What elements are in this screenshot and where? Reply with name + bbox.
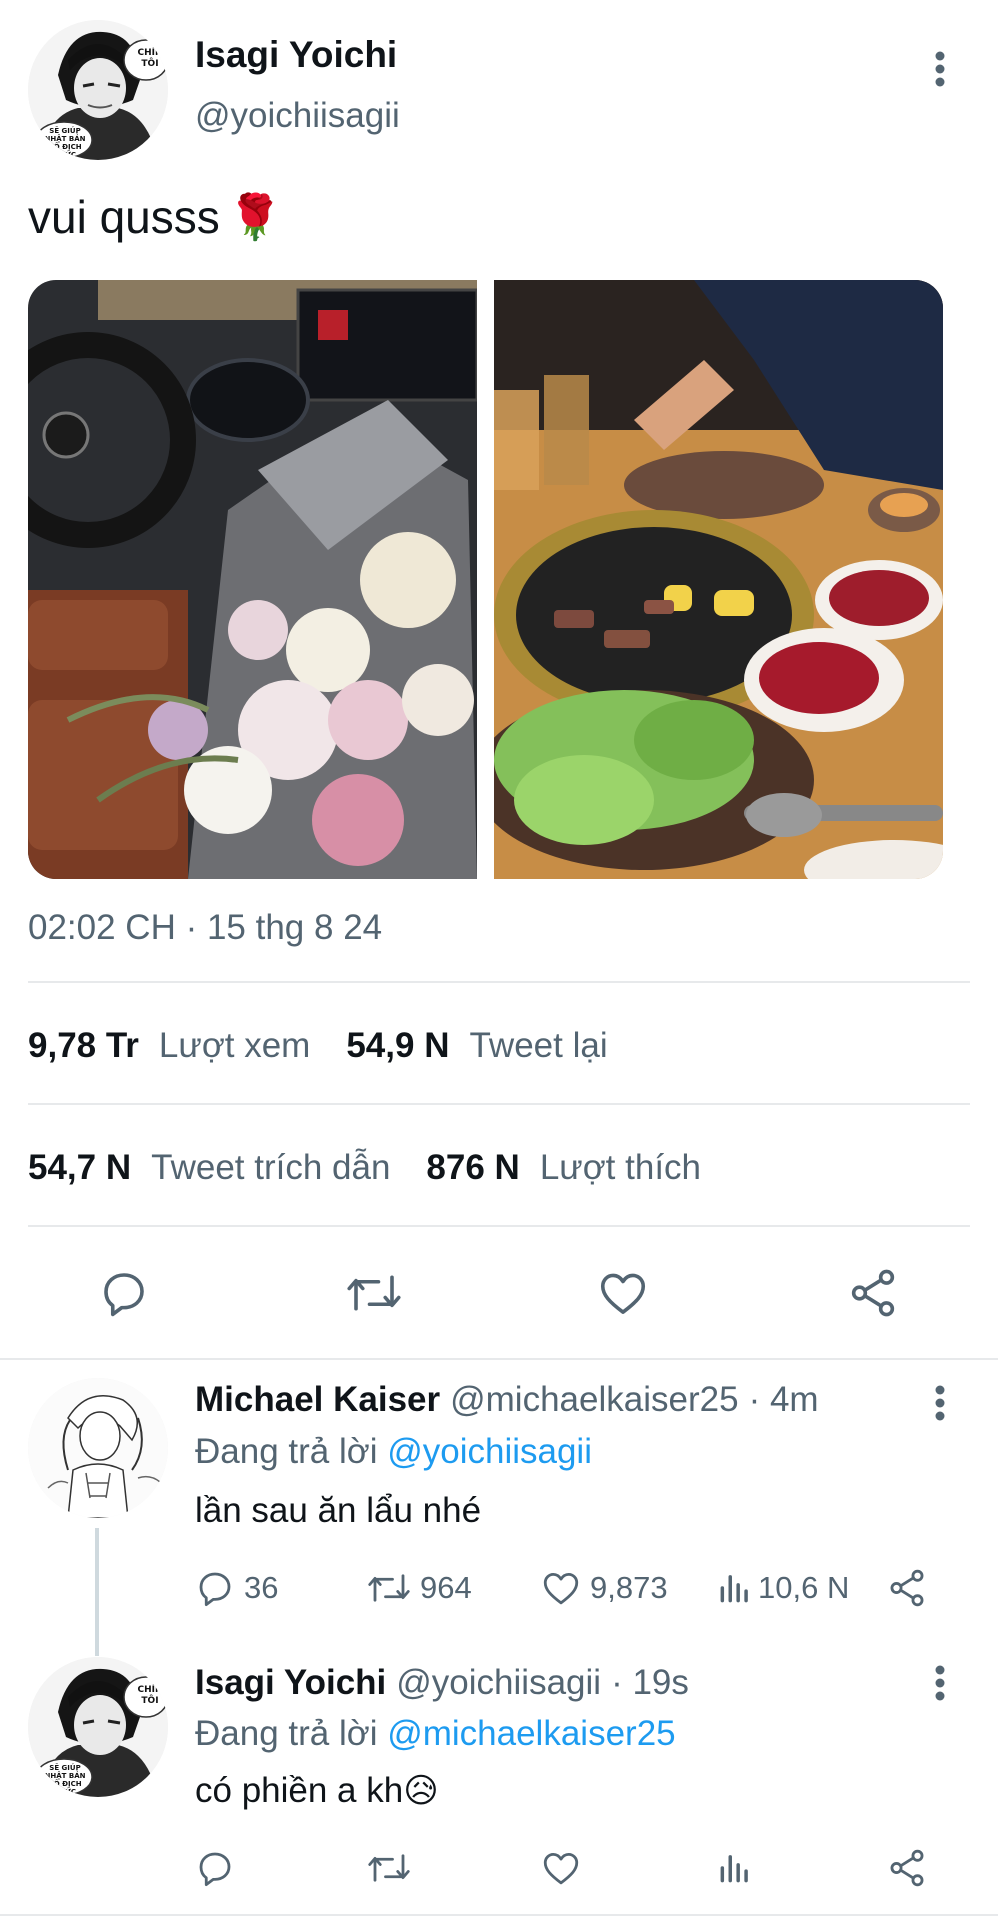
- reply-2-views-icon[interactable]: [716, 1847, 754, 1889]
- tweet-text-body: vui qusss: [28, 191, 220, 243]
- reply-1-reply-action[interactable]: 36: [194, 1567, 278, 1609]
- reply-time[interactable]: · 4m: [749, 1380, 819, 1420]
- retweet-icon: [366, 1567, 412, 1609]
- views-count[interactable]: 9,78 Tr: [28, 1026, 139, 1066]
- reply-more-options-icon[interactable]: [926, 1384, 954, 1424]
- replying-to-prefix: Đang trả lời: [195, 1714, 378, 1753]
- reply-2-reply-icon[interactable]: [194, 1847, 236, 1889]
- reply-more-options-icon[interactable]: [926, 1664, 954, 1704]
- likes-label[interactable]: Lượt thích: [540, 1148, 701, 1188]
- rose-emoji: 🌹: [227, 192, 283, 243]
- reply-text-body: có phiền a kh: [195, 1771, 404, 1810]
- section-divider: [0, 1358, 998, 1360]
- reply-icon[interactable]: [96, 1266, 152, 1320]
- divider: [28, 981, 970, 983]
- reply-1-views-action[interactable]: 10,6 N: [716, 1567, 849, 1609]
- avatar-speech-bottom: SẼ GIÚP NHẬT BẢN VÔ ĐỊCH CHỨC: [44, 1764, 86, 1796]
- author-handle[interactable]: @yoichiisagii: [195, 96, 400, 136]
- replying-to-prefix: Đang trả lời: [195, 1432, 378, 1471]
- quotes-label[interactable]: Tweet trích dẫn: [151, 1148, 390, 1188]
- reply-text: có phiền a kh 😥: [195, 1771, 439, 1811]
- views-label[interactable]: Lượt xem: [159, 1026, 310, 1066]
- replying-to-line: Đang trả lời @yoichiisagii: [195, 1432, 592, 1472]
- reply-author-avatar[interactable]: CHÍN TÔI SẼ GIÚP NHẬT BẢN VÔ ĐỊCH CHỨC: [28, 1657, 168, 1797]
- reply-count: 36: [244, 1570, 279, 1605]
- sad-emoji: 😥: [403, 1771, 439, 1811]
- retweet-count: 964: [420, 1570, 472, 1605]
- replying-to-line: Đang trả lời @michaelkaiser25: [195, 1714, 676, 1754]
- stats-row-2: 54,7 N Tweet trích dẫn 876 N Lượt thích: [28, 1148, 701, 1188]
- divider: [28, 1225, 970, 1227]
- reply-text: lần sau ăn lẩu nhé: [195, 1491, 482, 1530]
- avatar-speech-top: CHÍN TÔI: [137, 1685, 163, 1706]
- views-icon: [716, 1567, 754, 1609]
- avatar-speech-top: CHÍN TÔI: [137, 48, 163, 69]
- retweets-count[interactable]: 54,9 N: [346, 1026, 449, 1066]
- like-count: 9,873: [590, 1570, 668, 1605]
- thread-line: [95, 1528, 99, 1656]
- replying-to-handle[interactable]: @michaelkaiser25: [387, 1714, 675, 1753]
- retweets-label[interactable]: Tweet lại: [469, 1026, 607, 1066]
- reply-1-header: Michael Kaiser @michaelkaiser25 · 4m: [195, 1380, 819, 1420]
- photo-car-flowers[interactable]: [28, 280, 477, 879]
- reply-2-header: Isagi Yoichi @yoichiisagii · 19s: [195, 1663, 689, 1703]
- reply-1-share-icon[interactable]: [886, 1567, 928, 1609]
- reply-author-name[interactable]: Michael Kaiser: [195, 1380, 440, 1420]
- reply-2-retweet-icon[interactable]: [366, 1847, 412, 1889]
- author-avatar[interactable]: CHÍN TÔI SẼ GIÚP NHẬT BẢN VÔ ĐỊCH CHỨC: [28, 20, 168, 160]
- like-icon: [540, 1567, 582, 1609]
- more-options-icon[interactable]: [926, 50, 954, 90]
- reply-author-handle[interactable]: @michaelkaiser25: [450, 1380, 738, 1420]
- author-name[interactable]: Isagi Yoichi: [195, 34, 397, 76]
- reply-time[interactable]: · 19s: [611, 1663, 689, 1703]
- stats-row-1: 9,78 Tr Lượt xem 54,9 N Tweet lại: [28, 1026, 608, 1066]
- tweet-text: vui qusss 🌹: [28, 190, 283, 244]
- reply-author-avatar[interactable]: [28, 1378, 168, 1518]
- views-count: 10,6 N: [758, 1570, 850, 1605]
- reply-1-retweet-action[interactable]: 964: [366, 1567, 472, 1609]
- avatar-speech-bottom: SẼ GIÚP NHẬT BẢN VÔ ĐỊCH CHỨC: [44, 127, 86, 159]
- divider: [28, 1103, 970, 1105]
- quotes-count[interactable]: 54,7 N: [28, 1148, 131, 1188]
- reply-icon: [194, 1567, 236, 1609]
- likes-count[interactable]: 876 N: [426, 1148, 519, 1188]
- reply-2-share-icon[interactable]: [886, 1847, 928, 1889]
- reply-author-name[interactable]: Isagi Yoichi: [195, 1663, 386, 1703]
- retweet-icon[interactable]: [343, 1266, 405, 1320]
- tweet-timestamp[interactable]: 02:02 CH · 15 thg 8 24: [28, 908, 382, 948]
- section-divider: [0, 1914, 998, 1916]
- reply-2-like-icon[interactable]: [540, 1847, 582, 1889]
- like-icon[interactable]: [595, 1266, 651, 1320]
- photo-bbq-table[interactable]: [494, 280, 943, 879]
- replying-to-handle[interactable]: @yoichiisagii: [387, 1432, 592, 1471]
- share-icon[interactable]: [846, 1266, 900, 1320]
- reply-author-handle[interactable]: @yoichiisagii: [396, 1663, 601, 1703]
- reply-1-like-action[interactable]: 9,873: [540, 1567, 668, 1609]
